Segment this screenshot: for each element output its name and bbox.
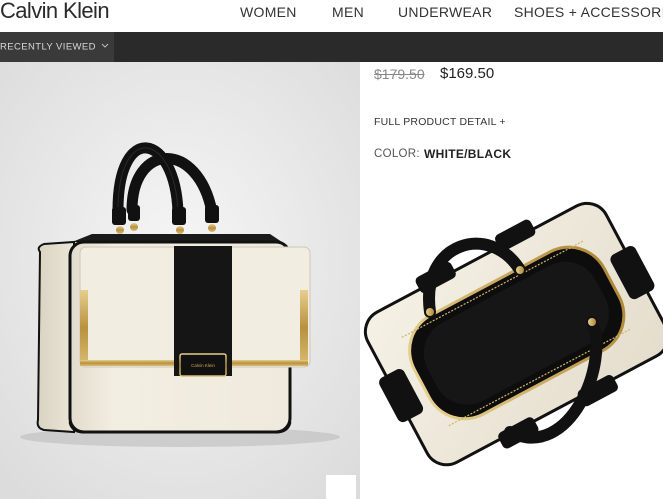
nav-item-shoes-accessories[interactable]: SHOES + ACCESSORIES — [514, 4, 663, 20]
chevron-down-icon — [101, 32, 109, 62]
main-product-image[interactable]: Calvin Klein — [0, 62, 360, 499]
color-value: WHITE/BLACK — [424, 147, 512, 161]
nav-item-women[interactable]: WOMEN — [240, 4, 297, 20]
sub-navigation-bar: RECENTLY VIEWED — [0, 32, 663, 62]
nav-item-underwear[interactable]: UNDERWEAR — [398, 4, 492, 20]
nav-item-men[interactable]: MEN — [332, 4, 364, 20]
sale-price: $169.50 — [440, 65, 495, 82]
color-label: COLOR: — [374, 148, 420, 160]
site-header: Calvin Klein WOMEN MEN UNDERWEAR SHOES +… — [0, 0, 663, 32]
full-product-detail-link[interactable]: FULL PRODUCT DETAIL + — [374, 116, 506, 128]
brand-logo[interactable]: Calvin Klein — [0, 0, 110, 24]
bag-hardware-logo: Calvin Klein — [191, 363, 215, 368]
image-gutter — [326, 475, 356, 499]
recently-viewed-label: RECENTLY VIEWED — [0, 41, 96, 53]
original-price: $179.50 — [374, 66, 425, 82]
product-detail-panel: $179.50 $169.50 FULL PRODUCT DETAIL + CO… — [360, 62, 663, 162]
recently-viewed-dropdown[interactable]: RECENTLY VIEWED — [0, 32, 114, 62]
alternate-product-image[interactable] — [360, 162, 663, 499]
